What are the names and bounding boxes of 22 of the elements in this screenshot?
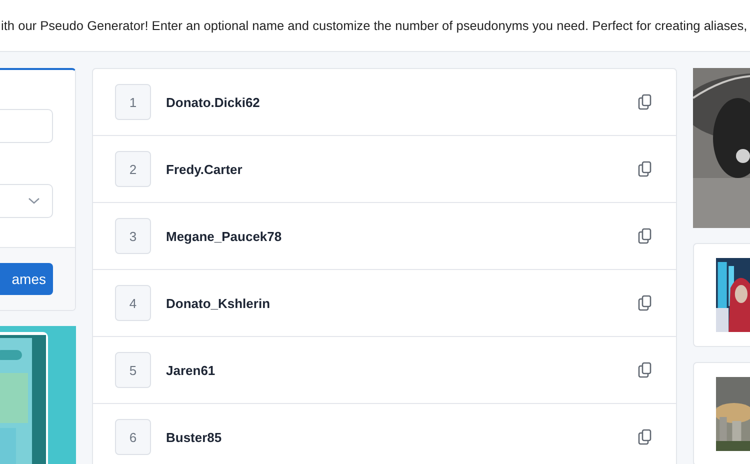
row-number: 4 (115, 285, 151, 321)
pseudonym-text: Donato.Dicki62 (166, 94, 261, 110)
row-number: 1 (115, 84, 151, 120)
chevron-icon (28, 197, 40, 205)
intro-text: ith our Pseudo Generator! Enter an optional name and customize the number of pseudonyms you need. Perfect for creating aliases, (1, 18, 748, 33)
copy-icon[interactable] (638, 295, 652, 311)
row-number: 6 (115, 419, 151, 455)
name-field[interactable] (0, 109, 53, 143)
copy-icon[interactable] (638, 161, 652, 177)
pseudonym-text: Donato_Kshlerin (166, 296, 272, 310)
pseudonym-text: Megane_Paucek78 (166, 228, 283, 244)
copy-icon[interactable] (638, 429, 652, 445)
generate-button[interactable]: ames (0, 263, 53, 295)
pseudonym-text: Buster85 (166, 430, 223, 444)
copy-icon[interactable] (638, 94, 652, 110)
row-number: 2 (115, 151, 151, 187)
row-number: 3 (115, 218, 151, 254)
pseudonym-text: Fredy.Carter (166, 162, 244, 176)
copy-icon[interactable] (638, 228, 652, 244)
row-number: 5 (115, 352, 151, 388)
copy-icon[interactable] (638, 362, 652, 378)
pseudonym-text: Jaren61 (166, 362, 216, 378)
